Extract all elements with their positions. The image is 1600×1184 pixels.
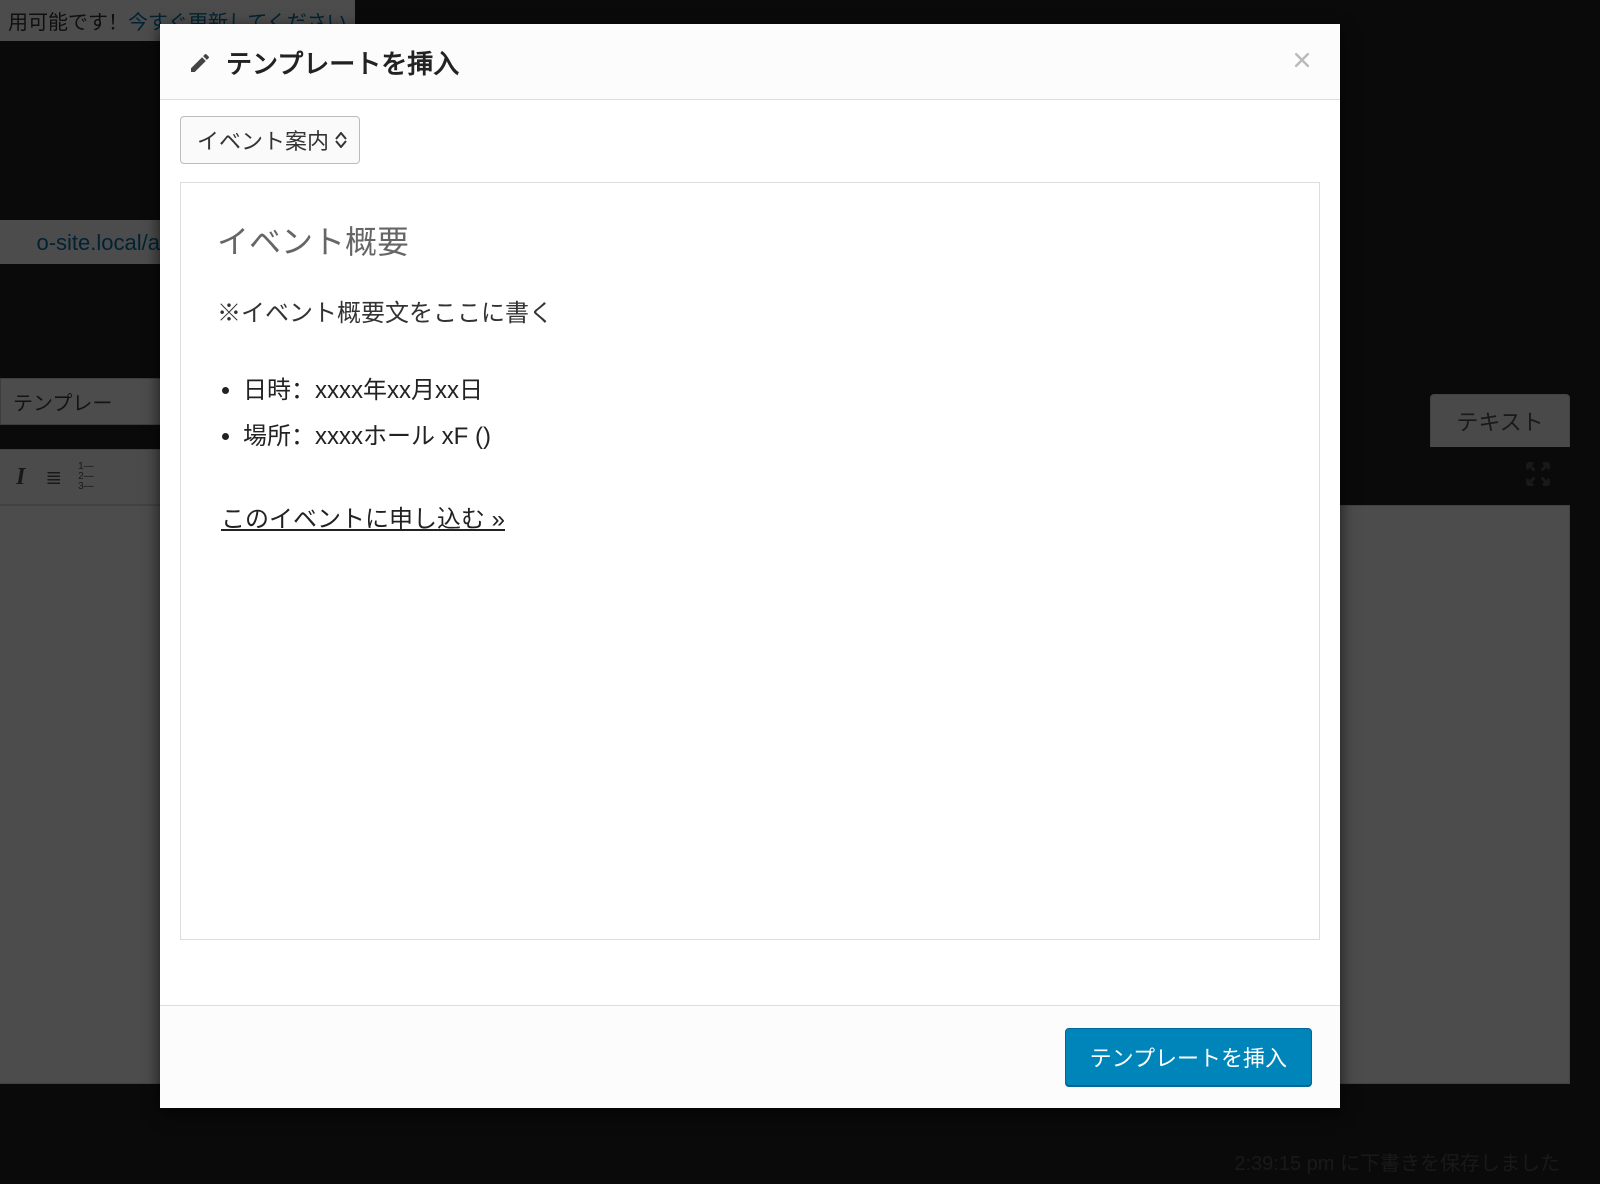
signup-link[interactable]: このイベントに申し込む » <box>221 499 505 534</box>
modal-title: テンプレートを挿入 <box>226 44 459 81</box>
preview-heading: イベント概要 <box>217 217 1283 263</box>
list-item: 日時：xxxx年xx月xx日 <box>243 368 1283 414</box>
modal-footer: テンプレートを挿入 <box>160 1005 1340 1108</box>
modal-body: イベント案内 イベント概要 ※イベント概要文をここに書く 日時：xxxx年xx月… <box>160 100 1340 1005</box>
pencil-icon <box>188 51 212 75</box>
template-select[interactable]: イベント案内 <box>180 116 360 164</box>
preview-note: ※イベント概要文をここに書く <box>217 293 1283 328</box>
insert-button-label: テンプレートを挿入 <box>1090 1046 1287 1071</box>
insert-template-button[interactable]: テンプレートを挿入 <box>1065 1028 1312 1086</box>
list-item: 場所：xxxxホール xF () <box>243 414 1283 460</box>
insert-template-modal: テンプレートを挿入 イベント案内 イベント概要 ※イベント概要文をここに書く 日… <box>160 24 1340 1108</box>
select-arrows-icon <box>335 132 347 148</box>
template-preview: イベント概要 ※イベント概要文をここに書く 日時：xxxx年xx月xx日 場所：… <box>180 182 1320 940</box>
modal-header: テンプレートを挿入 <box>160 24 1340 100</box>
close-button[interactable] <box>1288 46 1316 74</box>
template-select-value: イベント案内 <box>197 124 329 156</box>
preview-detail-list: 日時：xxxx年xx月xx日 場所：xxxxホール xF () <box>217 368 1283 459</box>
